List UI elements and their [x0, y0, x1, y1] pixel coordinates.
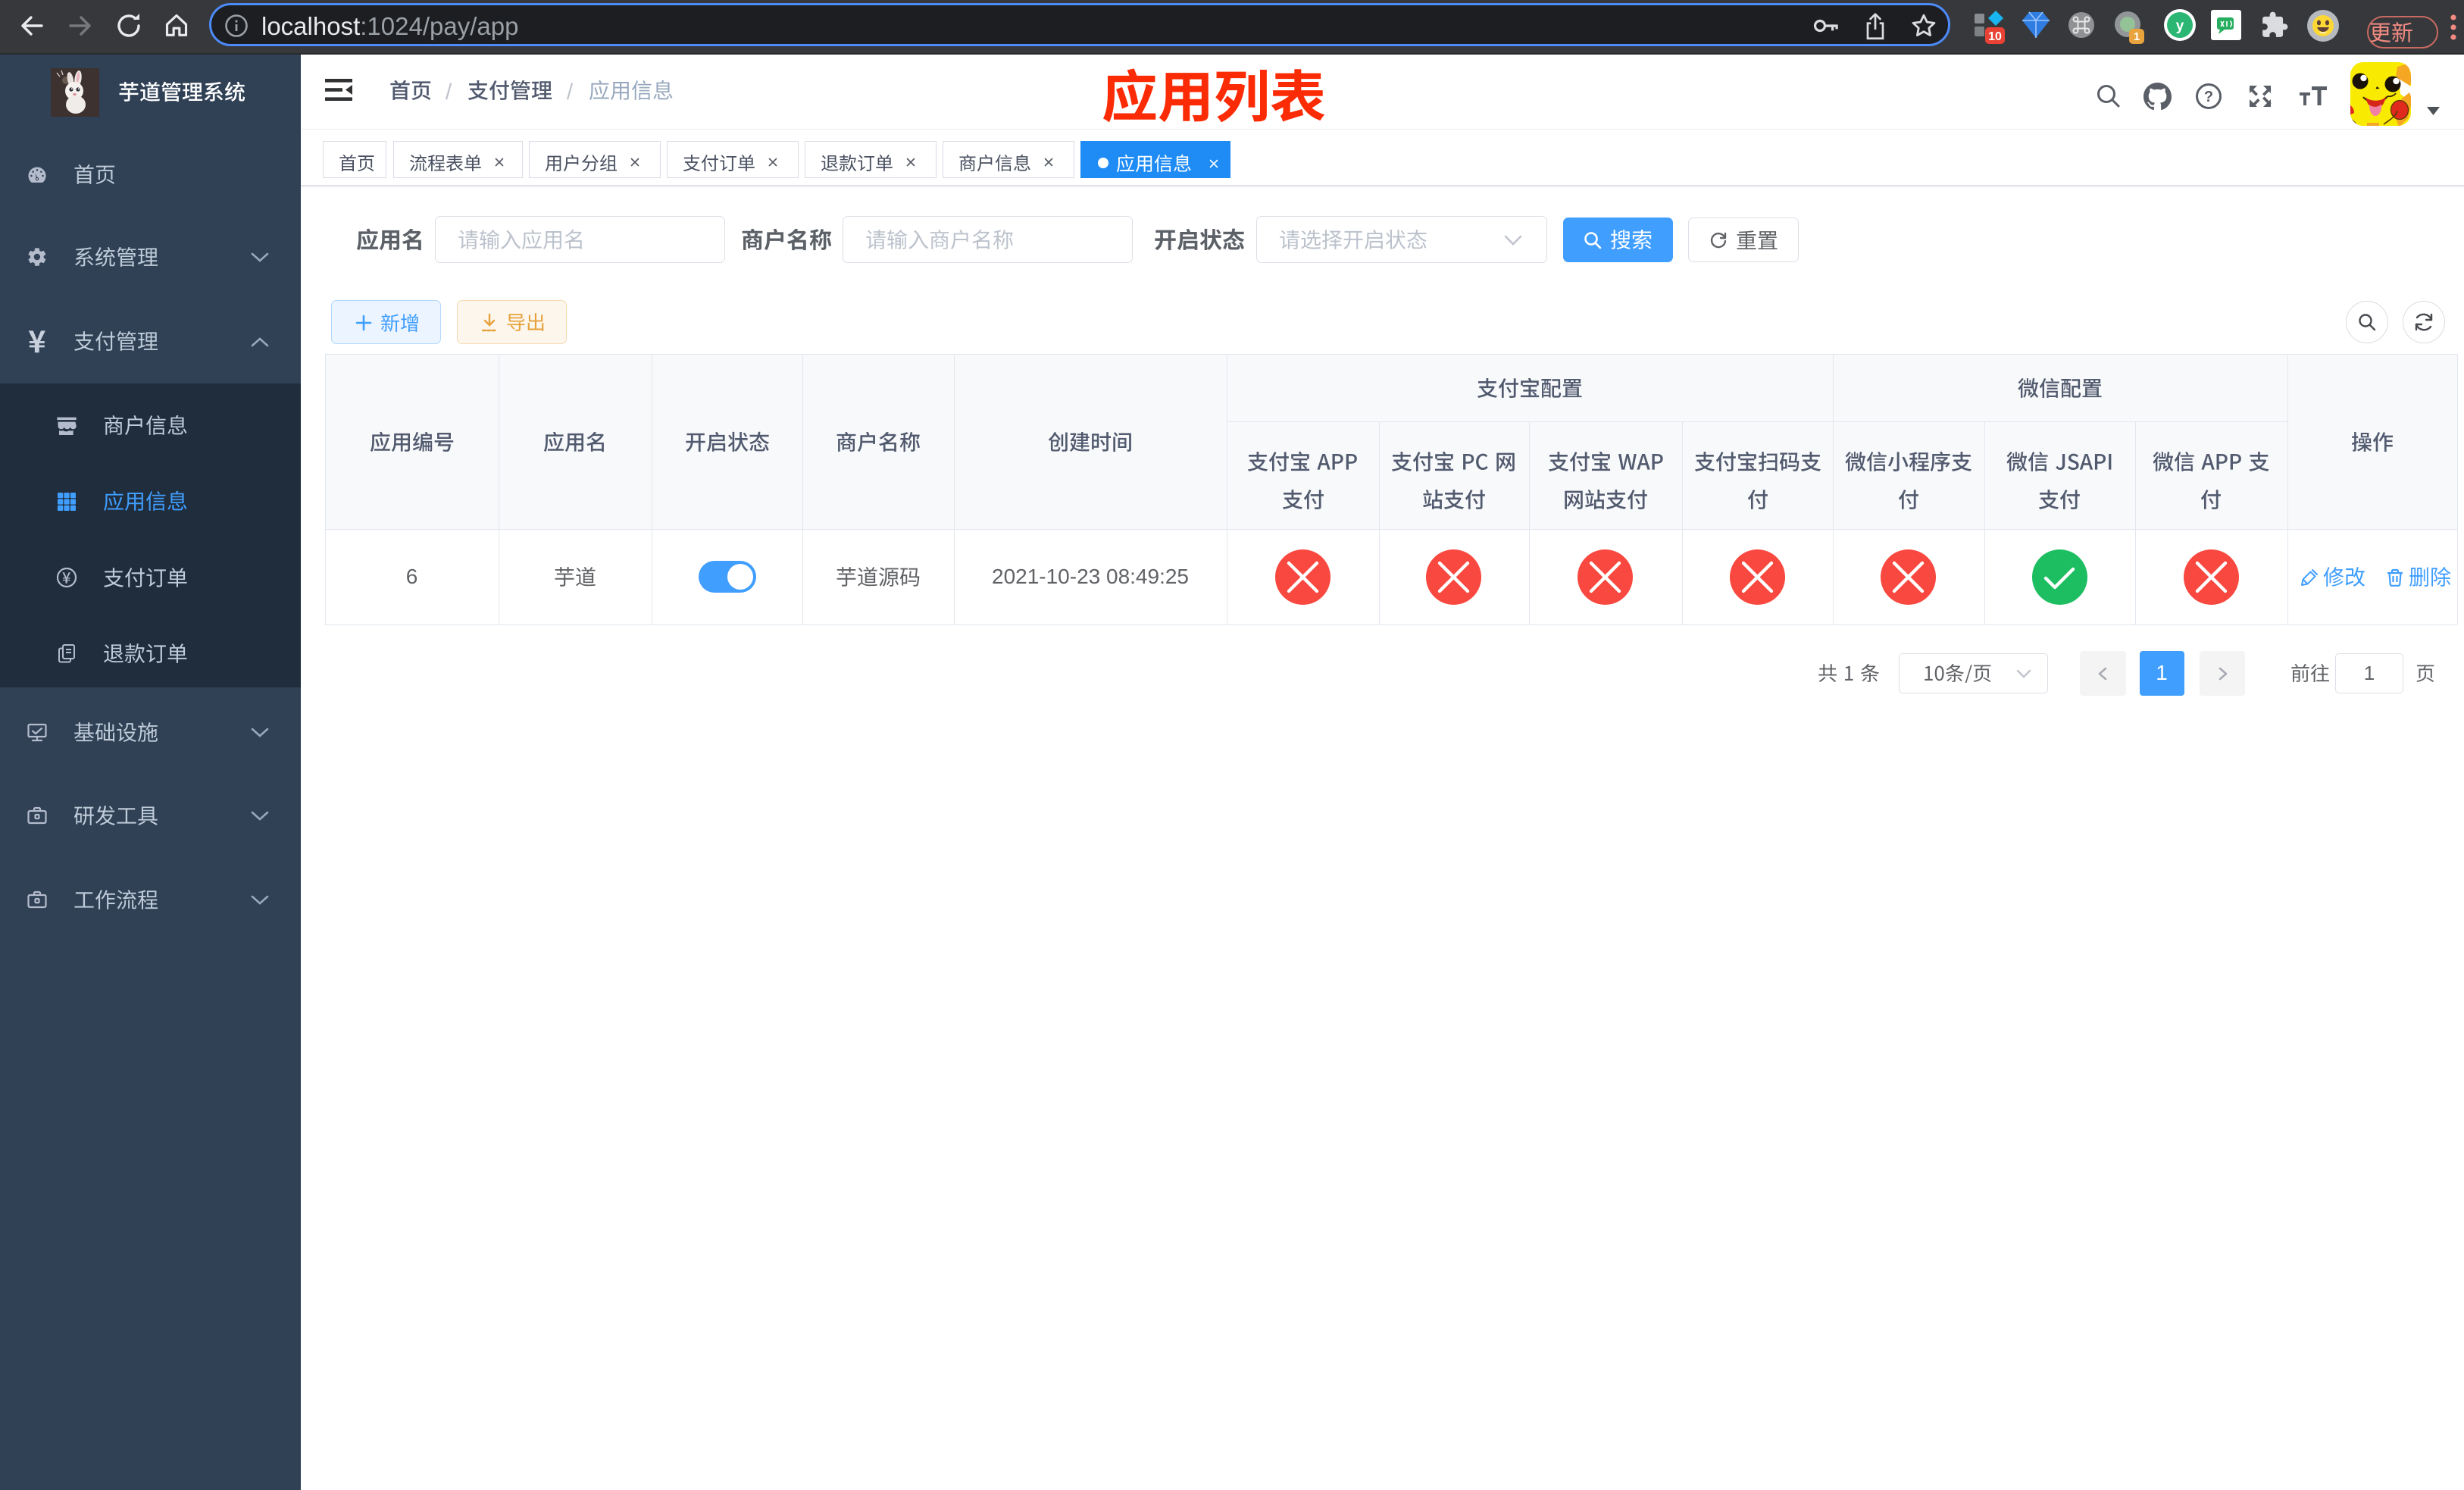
svg-text:1: 1 [2134, 30, 2140, 43]
svg-text:10: 10 [1988, 30, 2002, 43]
svg-text:y: y [2176, 18, 2184, 34]
svg-text:?: ? [2204, 89, 2213, 105]
